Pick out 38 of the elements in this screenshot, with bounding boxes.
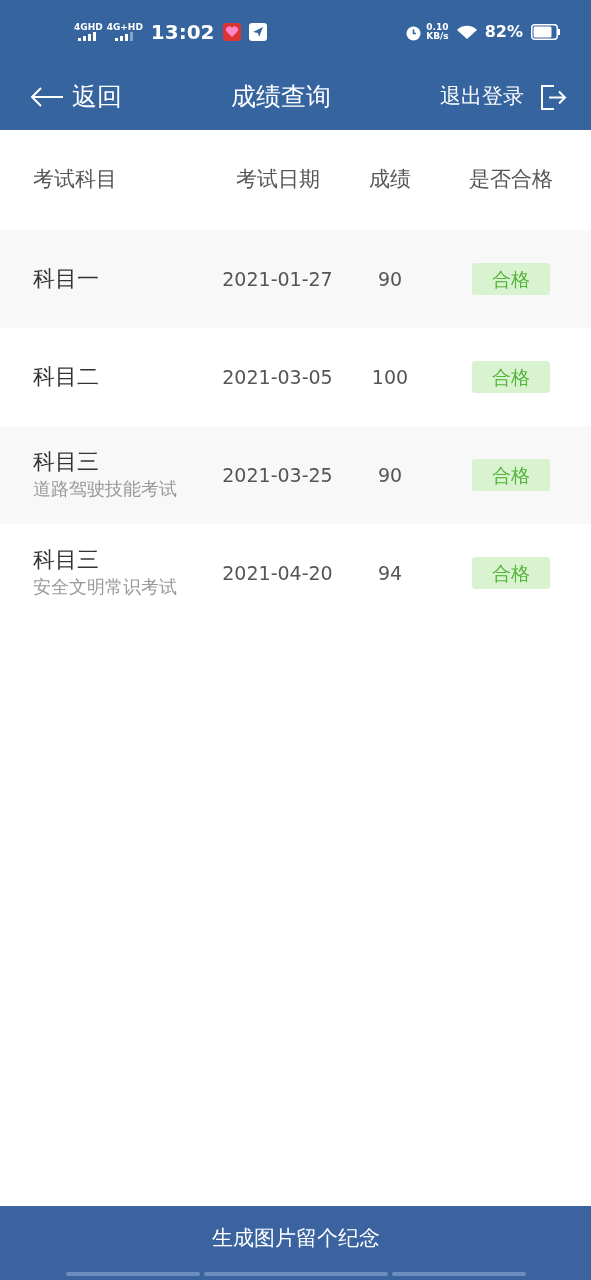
subject-name: 科目三 bbox=[33, 447, 100, 476]
back-button[interactable]: 返回 bbox=[30, 78, 122, 116]
network-label: 4GHD bbox=[74, 23, 103, 32]
send-app-icon bbox=[248, 23, 267, 41]
subject-note: 道路驾驶技能考试 bbox=[33, 477, 178, 502]
exam-date: 2021-03-25 bbox=[222, 463, 333, 486]
column-header: 是否合格 bbox=[468, 167, 553, 192]
result-badge: 合格 bbox=[471, 556, 550, 590]
speed-unit: KB/s bbox=[426, 32, 449, 41]
score: 100 bbox=[371, 365, 409, 388]
subject-name: 科目一 bbox=[33, 265, 100, 293]
back-arrow-icon bbox=[30, 86, 64, 108]
clock-time: 13:02 bbox=[150, 19, 215, 46]
network-speed: 0.10 bbox=[426, 23, 449, 32]
exam-date: 2021-03-05 bbox=[222, 365, 333, 388]
score: 90 bbox=[377, 463, 403, 486]
heart-app-icon bbox=[222, 23, 241, 41]
exam-date: 2021-04-20 bbox=[222, 561, 333, 584]
result-badge: 合格 bbox=[471, 458, 550, 492]
subject-name: 科目三 bbox=[33, 545, 100, 574]
column-header: 成绩 bbox=[369, 167, 411, 192]
subject-name: 科目二 bbox=[33, 363, 100, 391]
column-header: 考试科目 bbox=[33, 167, 117, 192]
logout-icon bbox=[540, 84, 567, 110]
signal-icon bbox=[113, 32, 136, 41]
wifi-icon bbox=[456, 25, 477, 39]
battery-percent: 82% bbox=[484, 21, 523, 43]
battery-icon bbox=[531, 24, 561, 40]
page-title: 成绩查询 bbox=[231, 82, 331, 112]
column-header: 考试日期 bbox=[235, 167, 320, 192]
exam-date: 2021-01-27 bbox=[222, 267, 333, 290]
score: 94 bbox=[377, 561, 403, 584]
score: 90 bbox=[377, 267, 403, 290]
subject-note: 安全文明常识考试 bbox=[33, 575, 178, 600]
network-label: 4G+HD bbox=[106, 23, 143, 32]
result-badge: 合格 bbox=[471, 262, 550, 296]
result-badge: 合格 bbox=[471, 360, 550, 394]
logout-button[interactable]: 退出登录 bbox=[440, 81, 567, 113]
